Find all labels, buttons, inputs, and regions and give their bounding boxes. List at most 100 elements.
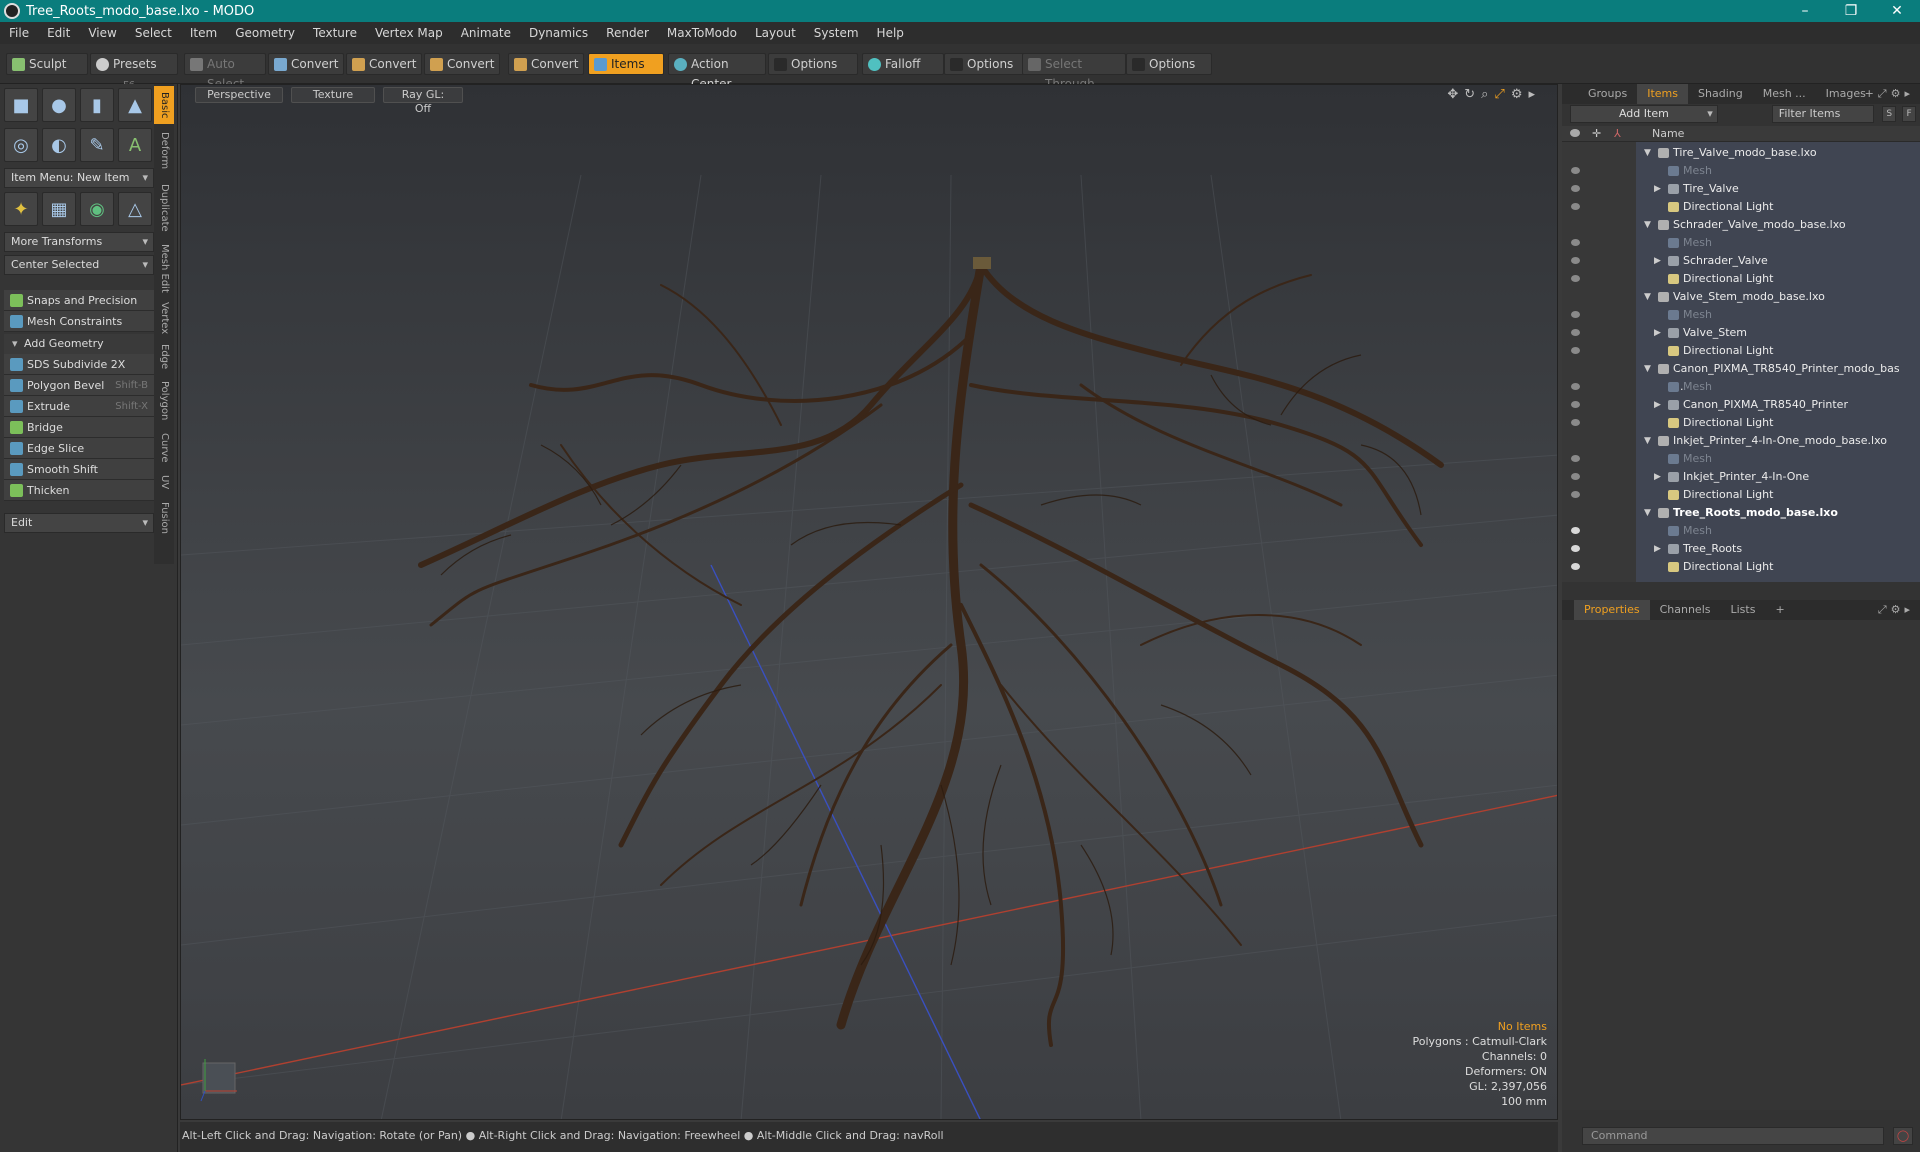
- visibility-eye-icon[interactable]: [1571, 167, 1580, 174]
- lock-icon[interactable]: ✛: [1592, 127, 1601, 140]
- capsule-icon[interactable]: ◐: [42, 128, 76, 162]
- bridge-button[interactable]: Bridge: [4, 417, 154, 438]
- tab-properties[interactable]: Properties: [1574, 600, 1650, 620]
- visibility-eye-icon[interactable]: [1571, 473, 1580, 480]
- vtab-deform[interactable]: Deform: [154, 128, 174, 174]
- command-history-icon[interactable]: ◯: [1893, 1127, 1913, 1145]
- menu-dynamics[interactable]: Dynamics: [520, 26, 597, 40]
- vtab-polygon[interactable]: Polygon: [154, 376, 174, 426]
- render-icon[interactable]: ⅄: [1614, 127, 1621, 140]
- close-button[interactable]: ✕: [1874, 0, 1920, 22]
- visibility-eye-icon[interactable]: [1571, 527, 1580, 534]
- convert-button-3[interactable]: Convert: [424, 53, 500, 75]
- cone-icon[interactable]: ▲: [118, 88, 152, 122]
- add-item-button[interactable]: Add Item: [1570, 105, 1718, 123]
- visibility-eye-icon[interactable]: [1571, 491, 1580, 498]
- play-icon[interactable]: ▸: [1528, 87, 1541, 102]
- tree-scene-row[interactable]: ▼ Inkjet_Printer_4-In-One_modo_base.lxo: [1562, 432, 1900, 450]
- convert-button-2[interactable]: Convert: [346, 53, 422, 75]
- options-button-1[interactable]: Options: [768, 53, 858, 75]
- collapse-arrow-icon[interactable]: ▼: [1644, 432, 1651, 450]
- items-mode-button[interactable]: Items: [588, 53, 664, 75]
- tab-channels[interactable]: Channels: [1650, 600, 1721, 620]
- vtab-uv[interactable]: UV: [154, 470, 174, 494]
- sculpt-button[interactable]: Sculpt: [6, 53, 88, 75]
- tree-group-row[interactable]: ▶ Valve_Stem: [1562, 324, 1900, 342]
- visibility-eye-icon[interactable]: [1571, 329, 1580, 336]
- tree-mesh-row[interactable]: Mesh: [1562, 450, 1900, 468]
- maximize-icon[interactable]: ⤢: [1494, 87, 1510, 102]
- visibility-eye-icon[interactable]: [1571, 257, 1580, 264]
- menu-file[interactable]: File: [0, 26, 38, 40]
- tree-light-row[interactable]: Directional Light: [1562, 558, 1900, 576]
- command-input[interactable]: Command: [1582, 1127, 1884, 1145]
- text-tool-icon[interactable]: A: [118, 128, 152, 162]
- tree-group-row[interactable]: ▶ Tree_Roots: [1562, 540, 1900, 558]
- tab-items[interactable]: Items: [1637, 84, 1689, 104]
- menu-texture[interactable]: Texture: [304, 26, 366, 40]
- vtab-basic[interactable]: Basic: [154, 86, 174, 124]
- more-transforms-dropdown[interactable]: More Transforms: [4, 232, 154, 252]
- menu-item[interactable]: Item: [181, 26, 226, 40]
- menu-view[interactable]: View: [79, 26, 125, 40]
- menu-maxtomodo[interactable]: MaxToModo: [658, 26, 746, 40]
- visibility-eye-icon[interactable]: [1571, 185, 1580, 192]
- tree-mesh-row[interactable]: Mesh: [1562, 522, 1900, 540]
- sphere-icon[interactable]: ●: [42, 88, 76, 122]
- tab-shading[interactable]: Shading: [1688, 84, 1753, 104]
- visibility-eye-icon[interactable]: [1571, 203, 1580, 210]
- menu-select[interactable]: Select: [126, 26, 181, 40]
- visibility-eye-icon[interactable]: [1571, 311, 1580, 318]
- tree-group-row[interactable]: ▶ Schrader_Valve: [1562, 252, 1900, 270]
- filter-items-input[interactable]: Filter Items: [1771, 105, 1875, 123]
- snaps-precision-button[interactable]: Snaps and Precision: [4, 290, 154, 311]
- rotate-icon[interactable]: ↻: [1464, 87, 1481, 102]
- auto-select-button[interactable]: Auto Select: [184, 53, 266, 91]
- menu-animate[interactable]: Animate: [452, 26, 520, 40]
- edit-dropdown[interactable]: Edit: [4, 513, 154, 533]
- transform-icon[interactable]: ✦: [4, 192, 38, 226]
- tree-group-row[interactable]: ▶ Tire_Valve: [1562, 180, 1900, 198]
- visibility-eye-icon[interactable]: [1571, 239, 1580, 246]
- add-tab-icon[interactable]: +: [1765, 600, 1794, 620]
- collapse-arrow-icon[interactable]: ▼: [1644, 504, 1651, 522]
- filter-f-button[interactable]: F: [1902, 106, 1917, 122]
- collapse-arrow-icon[interactable]: ▼: [1644, 288, 1651, 306]
- panel-options-icons[interactable]: +⤢⚙▸: [1865, 87, 1914, 101]
- convert-button-1[interactable]: Convert: [268, 53, 344, 75]
- vtab-edge[interactable]: Edge: [154, 340, 174, 374]
- presets-button[interactable]: Presets F6: [90, 53, 178, 91]
- torus-icon[interactable]: ◎: [4, 128, 38, 162]
- tree-scene-row[interactable]: ▼ Schrader_Valve_modo_base.lxo: [1562, 216, 1900, 234]
- menu-system[interactable]: System: [805, 26, 868, 40]
- pan-icon[interactable]: ✥: [1447, 87, 1464, 102]
- menu-render[interactable]: Render: [597, 26, 658, 40]
- smooth-shift-button[interactable]: Smooth Shift: [4, 459, 154, 480]
- tree-scene-row[interactable]: ▼Canon_PIXMA_TR8540_Printer_modo_bas ...: [1562, 360, 1900, 393]
- maximize-button[interactable]: ❐: [1828, 0, 1874, 22]
- visibility-eye-icon[interactable]: [1571, 347, 1580, 354]
- extrude-button[interactable]: Extrude Shift-X: [4, 396, 154, 417]
- 3d-viewport[interactable]: Perspective Texture Ray GL: Off ✥↻⌕⤢⚙▸ N…: [180, 84, 1558, 1120]
- tab-mesh[interactable]: Mesh ...: [1753, 84, 1816, 104]
- center-selected-dropdown[interactable]: Center Selected: [4, 255, 154, 275]
- expand-arrow-icon[interactable]: ▶: [1654, 180, 1661, 198]
- gear-icon[interactable]: ⚙: [1511, 87, 1529, 102]
- expand-arrow-icon[interactable]: ▶: [1654, 324, 1661, 342]
- falloff-button[interactable]: Falloff: [862, 53, 944, 75]
- globe-icon[interactable]: ◉: [80, 192, 114, 226]
- filter-s-button[interactable]: S: [1882, 106, 1897, 122]
- cylinder-icon[interactable]: ▮: [80, 88, 114, 122]
- tree-group-row[interactable]: ▶ Inkjet_Printer_4-In-One: [1562, 468, 1900, 486]
- tree-light-row[interactable]: Directional Light: [1562, 198, 1900, 216]
- select-through-button[interactable]: Select Through: [1022, 53, 1126, 91]
- sds-subdivide-button[interactable]: SDS Subdivide 2X: [4, 354, 154, 375]
- collapse-arrow-icon[interactable]: ▼: [1644, 144, 1651, 162]
- options-button-3[interactable]: Options: [1126, 53, 1212, 75]
- tree-mesh-row[interactable]: Mesh: [1562, 162, 1900, 180]
- visibility-eye-icon[interactable]: [1571, 401, 1580, 408]
- cube-icon[interactable]: ■: [4, 88, 38, 122]
- tab-lists[interactable]: Lists: [1721, 600, 1766, 620]
- vtab-duplicate[interactable]: Duplicate: [154, 178, 174, 238]
- tree-mesh-row[interactable]: Mesh: [1562, 378, 1900, 396]
